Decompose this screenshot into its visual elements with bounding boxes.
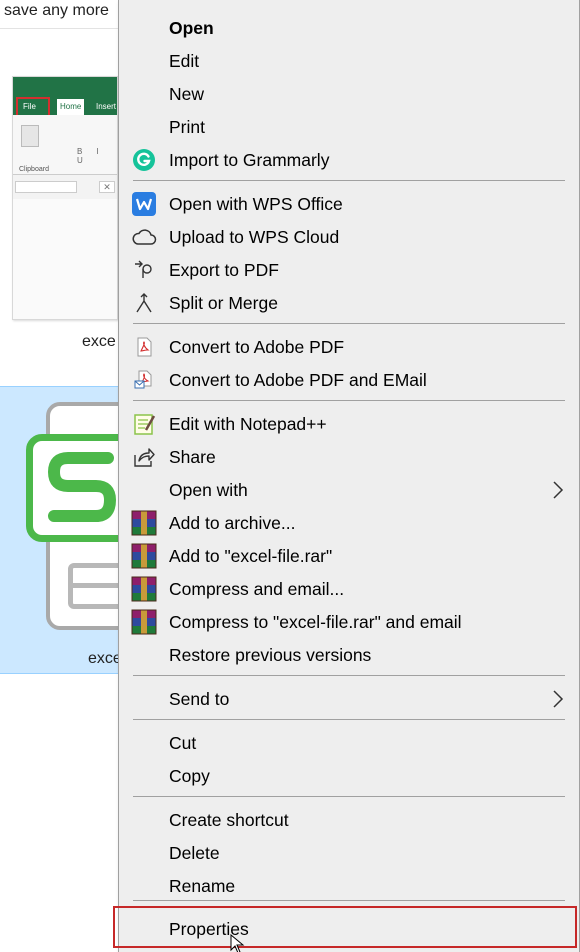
- menu-item-compress-rar-email[interactable]: Compress to "excel-file.rar" and email: [119, 606, 579, 638]
- menu-item-cut[interactable]: Cut: [119, 727, 579, 759]
- menu-item-open[interactable]: Open: [119, 12, 579, 44]
- menu-item-label: Create shortcut: [169, 809, 289, 830]
- winrar-icon: [131, 609, 157, 635]
- menu-separator: [133, 675, 565, 676]
- file-label[interactable]: exce: [88, 650, 122, 668]
- menu-item-rename[interactable]: Rename: [119, 870, 579, 902]
- menu-item-open-wps[interactable]: Open with WPS Office: [119, 188, 579, 220]
- export-pdf-icon: [131, 257, 157, 283]
- menu-item-add-to-rar[interactable]: Add to "excel-file.rar": [119, 540, 579, 572]
- chevron-right-icon: [553, 690, 564, 708]
- menu-item-export-pdf[interactable]: Export to PDF: [119, 254, 579, 286]
- winrar-icon: [131, 510, 157, 536]
- menu-item-add-to-archive[interactable]: Add to archive...: [119, 507, 579, 539]
- grammarly-icon: [131, 147, 157, 173]
- menu-item-label: Open: [169, 17, 214, 38]
- menu-item-label: Compress and email...: [169, 578, 345, 599]
- menu-item-label: Export to PDF: [169, 259, 279, 280]
- menu-item-send-to[interactable]: Send to: [119, 683, 579, 715]
- menu-item-label: Copy: [169, 765, 210, 786]
- menu-item-label: Share: [169, 446, 216, 467]
- menu-item-label: Import to Grammarly: [169, 149, 330, 170]
- menu-separator: [133, 180, 565, 181]
- mouse-cursor-icon: [230, 934, 245, 952]
- adobe-pdf-email-icon: [131, 367, 157, 393]
- notepad-plus-plus-icon: [131, 411, 157, 437]
- menu-item-label: Edit: [169, 50, 200, 71]
- menu-item-edit[interactable]: Edit: [119, 45, 579, 77]
- menu-item-compress-email[interactable]: Compress and email...: [119, 573, 579, 605]
- menu-item-label: New: [169, 83, 205, 104]
- highlight-box: [113, 906, 577, 948]
- menu-item-label: Cut: [169, 732, 197, 753]
- context-menu: Open Edit New Print Import to Grammarly …: [118, 0, 580, 952]
- chevron-right-icon: [553, 481, 564, 499]
- divider: [0, 28, 120, 29]
- menu-item-label: Add to "excel-file.rar": [169, 545, 333, 566]
- adobe-pdf-icon: [131, 334, 157, 360]
- share-icon: [131, 444, 157, 470]
- menu-item-convert-adobe-pdf-email[interactable]: Convert to Adobe PDF and EMail: [119, 364, 579, 396]
- wps-s-icon: [47, 452, 117, 522]
- menu-item-open-with[interactable]: Open with: [119, 474, 579, 506]
- menu-item-label: Compress to "excel-file.rar" and email: [169, 611, 462, 632]
- menu-item-create-shortcut[interactable]: Create shortcut: [119, 804, 579, 836]
- wps-office-icon: [131, 191, 157, 217]
- menu-item-delete[interactable]: Delete: [119, 837, 579, 869]
- menu-item-edit-notepad-plus-plus[interactable]: Edit with Notepad++: [119, 408, 579, 440]
- font-style-buttons: B I U: [77, 147, 105, 165]
- winrar-icon: [131, 576, 157, 602]
- menu-item-upload-wps-cloud[interactable]: Upload to WPS Cloud: [119, 221, 579, 253]
- menu-item-share[interactable]: Share: [119, 441, 579, 473]
- tab-file: File: [16, 97, 50, 117]
- cloud-icon: [131, 224, 157, 250]
- menu-item-label: Send to: [169, 688, 230, 709]
- menu-item-split-merge[interactable]: Split or Merge: [119, 287, 579, 319]
- menu-item-import-grammarly[interactable]: Import to Grammarly: [119, 144, 579, 176]
- menu-item-label: Upload to WPS Cloud: [169, 226, 340, 247]
- menu-item-copy[interactable]: Copy: [119, 760, 579, 792]
- cancel-icon: ✕: [99, 181, 115, 193]
- menu-item-label: Open with WPS Office: [169, 193, 343, 214]
- menu-item-restore-previous-versions[interactable]: Restore previous versions: [119, 639, 579, 671]
- menu-item-label: Split or Merge: [169, 292, 278, 313]
- menu-item-label: Open with: [169, 479, 248, 500]
- menu-item-new[interactable]: New: [119, 78, 579, 110]
- menu-separator: [133, 796, 565, 797]
- menu-item-label: Delete: [169, 842, 220, 863]
- file-label[interactable]: exce: [82, 333, 116, 351]
- menu-item-label: Edit with Notepad++: [169, 413, 327, 434]
- menu-item-label: Convert to Adobe PDF: [169, 336, 345, 357]
- menu-item-label: Print: [169, 116, 205, 137]
- menu-separator: [133, 900, 565, 901]
- winrar-icon: [131, 543, 157, 569]
- menu-separator: [133, 400, 565, 401]
- table-icon: [68, 563, 124, 609]
- menu-item-convert-adobe-pdf[interactable]: Convert to Adobe PDF: [119, 331, 579, 363]
- excel-thumbnail[interactable]: Home Insert File B I U Clipboard ✕: [12, 76, 118, 320]
- menu-separator: [133, 719, 565, 720]
- tab-home: Home: [57, 99, 85, 115]
- background-filename-text: save any more: [4, 2, 109, 19]
- sheet-grid: [13, 199, 117, 319]
- split-merge-icon: [131, 290, 157, 316]
- menu-item-label: Convert to Adobe PDF and EMail: [169, 369, 427, 390]
- name-box: [15, 181, 77, 193]
- paste-icon: [21, 125, 39, 147]
- menu-separator: [133, 323, 565, 324]
- menu-item-print[interactable]: Print: [119, 111, 579, 143]
- menu-item-label: Rename: [169, 875, 236, 896]
- ribbon-bar: [13, 77, 117, 99]
- menu-item-label: Restore previous versions: [169, 644, 372, 665]
- clipboard-label: Clipboard: [19, 166, 49, 173]
- tab-insert: Insert: [96, 102, 117, 111]
- menu-item-label: Add to archive...: [169, 512, 296, 533]
